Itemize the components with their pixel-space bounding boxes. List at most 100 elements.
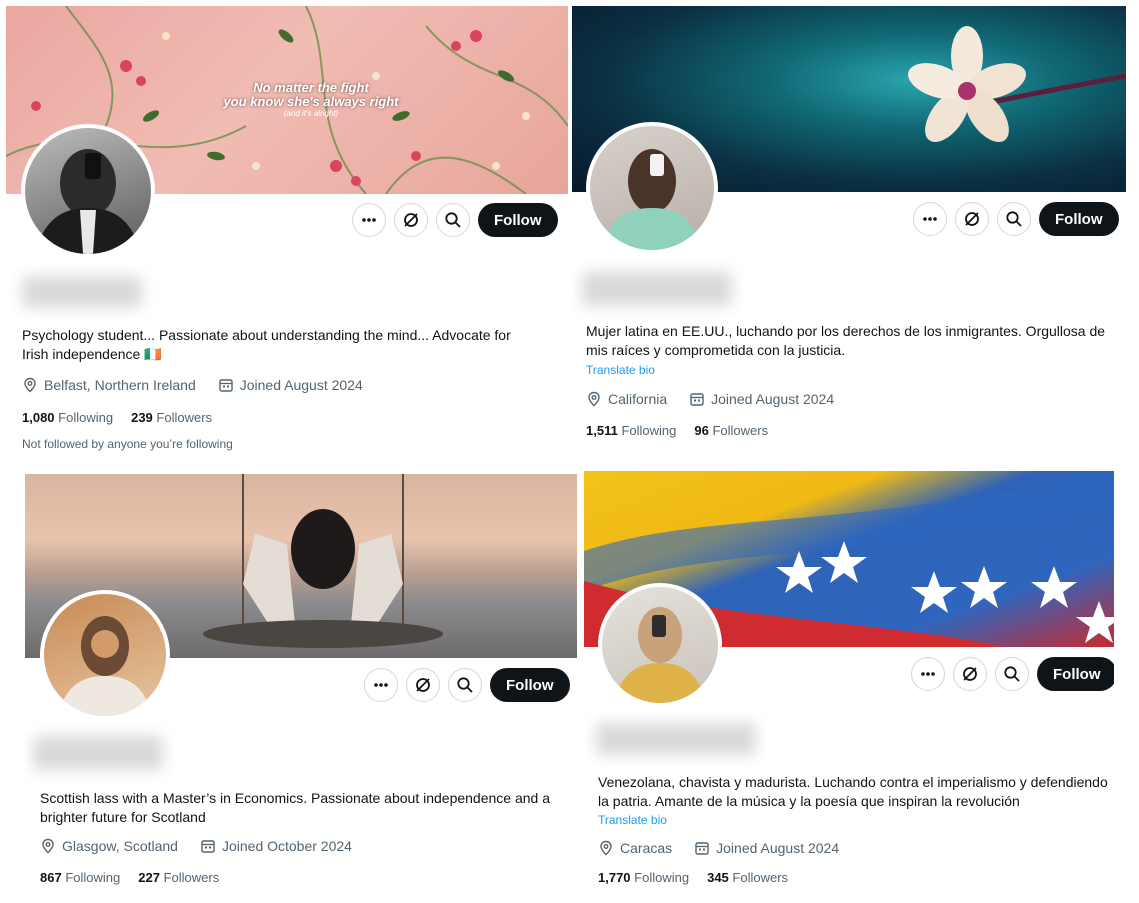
location-pin-icon xyxy=(24,377,36,393)
location-text: Caracas xyxy=(620,840,673,856)
avatar[interactable] xyxy=(586,122,718,254)
grok-button[interactable] xyxy=(394,203,428,237)
banner-text-line3: (and it's alright) xyxy=(283,109,339,118)
joined-text: Joined August 2024 xyxy=(711,391,835,407)
following-label: Following xyxy=(65,870,121,885)
followers-count: 345 xyxy=(707,870,729,885)
search-button[interactable] xyxy=(997,202,1031,236)
joined-text: Joined October 2024 xyxy=(221,838,352,854)
followers-count: 96 xyxy=(694,423,709,438)
more-horizontal-icon xyxy=(923,217,937,221)
more-button[interactable] xyxy=(911,657,945,691)
more-horizontal-icon xyxy=(362,218,376,222)
more-horizontal-icon xyxy=(921,672,935,676)
calendar-icon xyxy=(690,393,704,406)
profile-card-2: Follow Mujer latina en EE.UU., luchando … xyxy=(572,6,1126,461)
bio-line: Mujer latina en EE.UU., luchando por los… xyxy=(586,323,1106,339)
followers-label: Followers xyxy=(156,410,213,425)
following-link[interactable]: 1,770 Following xyxy=(598,870,689,885)
following-count: 1,511 xyxy=(586,423,618,438)
search-button[interactable] xyxy=(995,657,1029,691)
profile-actions: Follow xyxy=(913,202,1119,236)
joined-text: Joined August 2024 xyxy=(239,377,363,393)
profile-meta: Caracas Joined August 2024 xyxy=(598,840,839,856)
bio-line: Psychology student... Passionate about u… xyxy=(22,327,511,343)
grok-button[interactable] xyxy=(406,668,440,702)
profile-stats: 1,770 Following 345 Followers xyxy=(598,870,788,885)
follow-button[interactable]: Follow xyxy=(1037,657,1114,691)
following-label: Following xyxy=(621,423,677,438)
location-pin-icon xyxy=(588,391,600,407)
grok-icon xyxy=(963,667,977,681)
followers-label: Followers xyxy=(732,870,789,885)
not-followed-note: Not followed by anyone you’re following xyxy=(22,437,233,451)
grok-icon xyxy=(965,212,979,226)
display-name-redacted xyxy=(582,272,732,306)
followers-label: Followers xyxy=(163,870,220,885)
followers-link[interactable]: 239 Followers xyxy=(131,410,212,425)
location-text: Belfast, Northern Ireland xyxy=(44,377,196,393)
profile-card-1: No matter the fight you know she's alway… xyxy=(6,6,568,461)
banner-text-line2: you know she's always right xyxy=(223,94,399,109)
followers-link[interactable]: 227 Followers xyxy=(138,870,219,885)
following-count: 867 xyxy=(40,870,62,885)
search-button[interactable] xyxy=(436,203,470,237)
profile-stats: 1,080 Following 239 Followers xyxy=(22,410,212,425)
following-link[interactable]: 1,511 Following xyxy=(586,423,676,438)
more-button[interactable] xyxy=(352,203,386,237)
followers-link[interactable]: 345 Followers xyxy=(707,870,788,885)
profile-actions: Follow xyxy=(911,657,1114,691)
banner-text-line1: No matter the fight xyxy=(253,80,369,95)
bio-line: Irish independence 🇮🇪 xyxy=(22,346,162,362)
translate-bio-link[interactable]: Translate bio xyxy=(598,813,667,827)
bio: Mujer latina en EE.UU., luchando por los… xyxy=(586,322,1121,360)
location-pin-icon xyxy=(42,838,54,854)
bio: Psychology student... Passionate about u… xyxy=(22,326,562,364)
grok-button[interactable] xyxy=(955,202,989,236)
bio-line: mis raíces y comprometida con la justici… xyxy=(586,342,846,358)
bio-line: la patria. Amante de la música y la poes… xyxy=(598,793,1020,809)
search-button[interactable] xyxy=(448,668,482,702)
translate-bio-link[interactable]: Translate bio xyxy=(586,363,655,377)
search-icon xyxy=(1004,666,1020,682)
display-name-redacted xyxy=(22,276,142,308)
avatar[interactable] xyxy=(21,124,155,258)
profile-stats: 1,511 Following 96 Followers xyxy=(586,423,768,438)
followers-count: 239 xyxy=(131,410,153,425)
grok-icon xyxy=(416,678,430,692)
profile-card-3: Follow Scottish lass with a Master’s in … xyxy=(25,474,577,900)
following-link[interactable]: 867 Following xyxy=(40,870,120,885)
follow-button[interactable]: Follow xyxy=(1039,202,1119,236)
bio-line: brighter future for Scotland xyxy=(40,809,206,825)
profile-meta: California Joined August 2024 xyxy=(586,391,834,407)
followers-count: 227 xyxy=(138,870,160,885)
follow-button[interactable]: Follow xyxy=(490,668,570,702)
profile-actions: Follow xyxy=(352,203,558,237)
following-link[interactable]: 1,080 Following xyxy=(22,410,113,425)
display-name-redacted xyxy=(596,723,756,755)
following-label: Following xyxy=(634,870,690,885)
follow-button[interactable]: Follow xyxy=(478,203,558,237)
following-count: 1,770 xyxy=(598,870,631,885)
followers-label: Followers xyxy=(712,423,769,438)
calendar-icon xyxy=(695,842,709,855)
more-horizontal-icon xyxy=(374,683,388,687)
profile-meta: Glasgow, Scotland Joined October 2024 xyxy=(40,838,352,854)
profile-card-4: Follow Venezolana, chavista y madurista.… xyxy=(584,471,1114,899)
search-icon xyxy=(457,677,473,693)
bio-line: Scottish lass with a Master’s in Economi… xyxy=(40,790,551,806)
display-name-redacted xyxy=(33,736,163,770)
grok-icon xyxy=(404,213,418,227)
more-button[interactable] xyxy=(913,202,947,236)
profile-actions: Follow xyxy=(364,668,570,702)
calendar-icon xyxy=(219,379,233,392)
grok-button[interactable] xyxy=(953,657,987,691)
avatar[interactable] xyxy=(40,590,170,720)
followers-link[interactable]: 96 Followers xyxy=(694,423,768,438)
more-button[interactable] xyxy=(364,668,398,702)
search-icon xyxy=(445,212,461,228)
joined-text: Joined August 2024 xyxy=(716,840,840,856)
calendar-icon xyxy=(201,840,215,853)
avatar[interactable] xyxy=(598,583,722,707)
following-label: Following xyxy=(58,410,114,425)
